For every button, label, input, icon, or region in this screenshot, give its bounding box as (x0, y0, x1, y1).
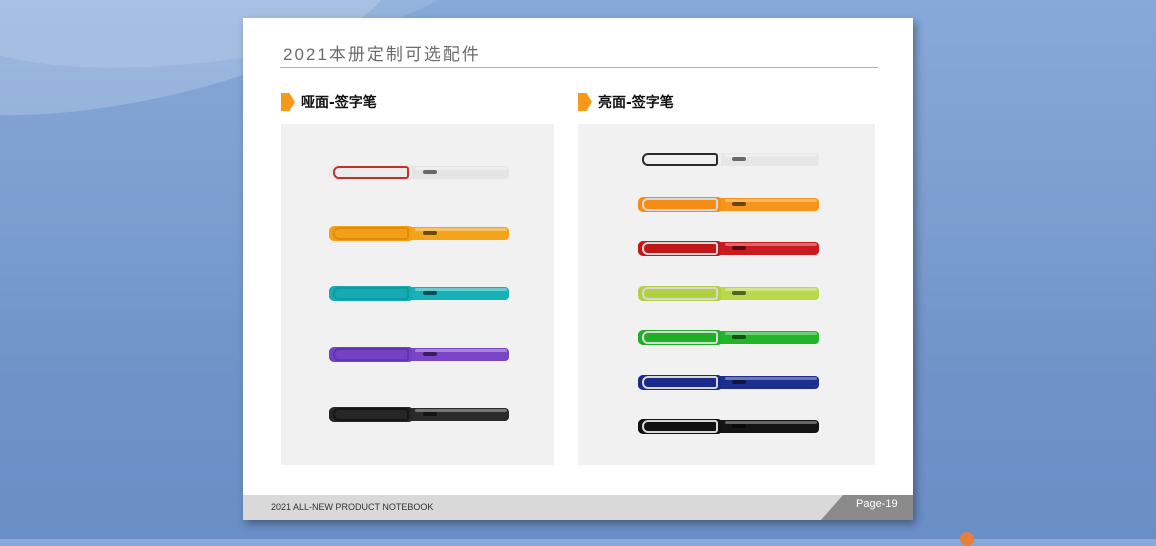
glossy-pens-image (578, 124, 875, 465)
page-number: Page-19 (856, 498, 898, 510)
pen-red (638, 240, 819, 256)
pen-lime (638, 285, 819, 301)
pen-white (638, 151, 819, 167)
arrow-marker-icon (578, 93, 592, 111)
pen-white (329, 164, 509, 180)
catalog-page: 2021本册定制可选配件 哑面-签字笔 亮面-签字笔 2021 ALL-NEW … (243, 18, 913, 520)
section-label: 亮面-签字笔 (598, 95, 674, 111)
decorative-dot (960, 532, 974, 546)
arrow-marker-icon (281, 93, 295, 111)
pen-black (329, 406, 509, 422)
section-header-matte: 哑面-签字笔 (281, 92, 377, 112)
pen-orange (329, 225, 509, 241)
pen-purple (329, 346, 509, 362)
pen-green (638, 329, 819, 345)
page-title: 2021本册定制可选配件 (283, 45, 481, 64)
matte-pens-image (281, 124, 554, 465)
title-divider (280, 67, 878, 68)
pen-navy (638, 374, 819, 390)
section-label: 哑面-签字笔 (301, 95, 377, 111)
pen-black (638, 418, 819, 434)
pen-orange (638, 196, 819, 212)
footer-text: 2021 ALL-NEW PRODUCT NOTEBOOK (271, 502, 434, 512)
pen-teal (329, 285, 509, 301)
section-header-glossy: 亮面-签字笔 (578, 92, 674, 112)
